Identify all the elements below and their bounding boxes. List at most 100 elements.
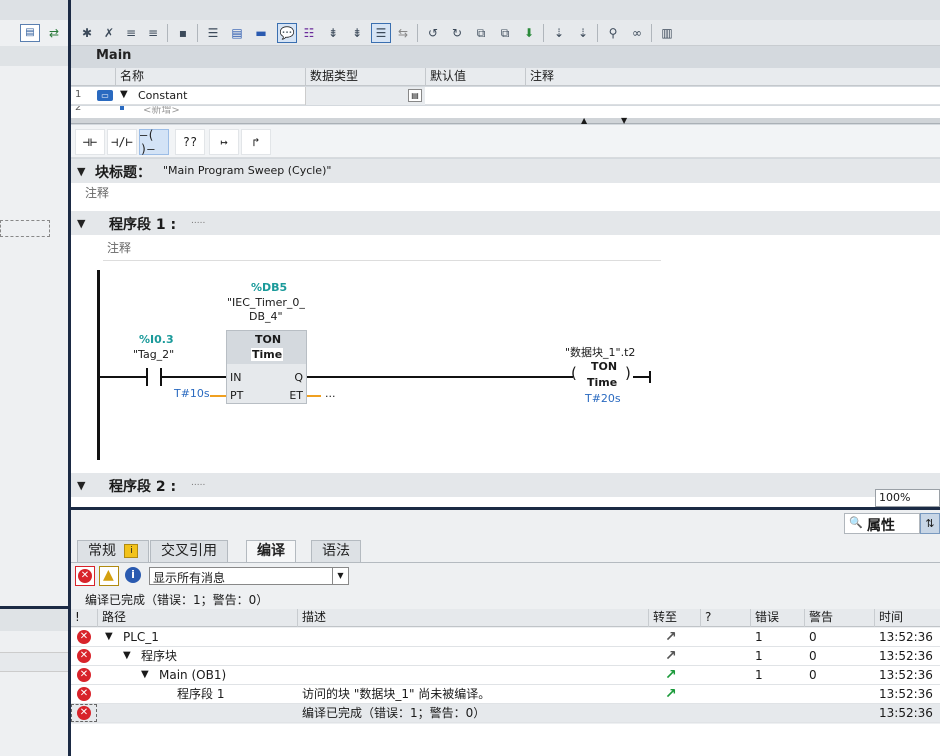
col-severity[interactable]: ! — [71, 609, 97, 627]
block-call-icon[interactable]: ▪ — [173, 23, 193, 43]
close-branch-button[interactable]: ↱ — [241, 129, 271, 155]
goto-arrow-icon[interactable]: ↗ — [665, 629, 677, 645]
info-toggle-icon[interactable]: ⇅ — [920, 513, 940, 534]
filter-icon[interactable]: ⇣ — [573, 23, 593, 43]
tab-compile[interactable]: 编译 — [246, 540, 296, 563]
collapse-triangle-icon[interactable]: ▼ — [77, 479, 85, 492]
network2-title[interactable]: ..... — [191, 478, 205, 488]
col-path[interactable]: 路径 — [97, 609, 297, 627]
message-row[interactable]: ✕ ▼ Main (OB1) ↗ 1 0 13:52:36 — [71, 666, 940, 685]
message-row[interactable]: ✕ 程序段 1 访问的块 "数据块_1" 尚未被编译。 ↗ 13:52:36 — [71, 685, 940, 704]
comment-col-header[interactable]: 注释 — [525, 68, 825, 86]
pt-value[interactable]: T#10s — [174, 387, 210, 400]
nc-contact-button[interactable]: ⊣/⊢ — [107, 129, 137, 155]
sort-icon[interactable]: ⇣ — [549, 23, 569, 43]
comments-icon[interactable]: 💬 — [277, 23, 297, 43]
insert-row-icon[interactable]: ≡ — [121, 23, 141, 43]
goto-arrow-icon[interactable]: ↗ — [665, 686, 677, 702]
coil-button[interactable]: –( )– — [139, 128, 169, 156]
col-errors[interactable]: 错误 — [750, 609, 804, 627]
insert-network-icon[interactable]: ✱ — [77, 23, 97, 43]
glasses-icon[interactable]: ∞ — [627, 23, 647, 43]
goto-arrow-icon[interactable]: ↗ — [665, 648, 677, 664]
download-icon[interactable]: ⬇ — [519, 23, 539, 43]
expand-triangle-icon[interactable]: ▼ — [141, 669, 149, 680]
contact-left-bar[interactable] — [146, 368, 148, 386]
collapse-down-icon[interactable]: ▼ — [621, 116, 627, 125]
tab-syntax[interactable]: 语法 — [311, 540, 361, 562]
et-value[interactable]: ... — [325, 387, 336, 400]
network1-title[interactable]: ..... — [191, 216, 205, 226]
collapse-triangle-icon[interactable]: ▼ — [77, 217, 85, 230]
coil-type[interactable]: TON — [591, 360, 617, 373]
col-description[interactable]: 描述 — [297, 609, 648, 627]
show-tag-info-icon[interactable]: ☰ — [371, 23, 391, 43]
delete-network-icon[interactable]: ✗ — [99, 23, 119, 43]
close-all-networks-icon[interactable]: ▬ — [251, 23, 271, 43]
timer-db-name-line1[interactable]: "IEC_Timer_0_ — [227, 296, 305, 309]
interface-splitter[interactable]: ▲ ▼ — [71, 116, 940, 125]
no-contact-button[interactable]: ⊣⊢ — [75, 129, 105, 155]
datatype-col-header[interactable]: 数据类型 — [305, 68, 425, 86]
collapse-triangle-icon[interactable]: ▼ — [77, 165, 85, 178]
tab-cross-references[interactable]: 交叉引用 — [150, 540, 228, 562]
monitor-on-icon[interactable]: ↺ — [423, 23, 443, 43]
coil-time-label[interactable]: Time — [587, 376, 617, 389]
contact-address[interactable]: %I0.3 — [139, 333, 174, 346]
col-goto[interactable]: 转至 — [648, 609, 700, 627]
message-filter-select[interactable]: 显示所有消息 ▼ — [149, 567, 349, 585]
open-branch-button[interactable]: ↦ — [209, 129, 239, 155]
collapse-up-icon[interactable]: ▲ — [581, 116, 587, 125]
chevron-down-icon[interactable]: ▼ — [332, 568, 348, 584]
timer-time-label[interactable]: Time — [251, 348, 284, 361]
expand-triangle-icon[interactable]: ▼ — [120, 89, 128, 100]
col-help[interactable]: ? — [700, 609, 750, 627]
tab-general[interactable]: 常规 i — [77, 540, 150, 562]
interface-row[interactable]: 2 <新增> — [71, 106, 940, 118]
name-col-header[interactable]: 名称 — [115, 68, 305, 86]
message-row[interactable]: ✕ ▼ PLC_1 ↗ 1 0 13:52:36 — [71, 628, 940, 647]
default-col-header[interactable]: 默认值 — [425, 68, 525, 86]
tree-refresh-icon[interactable]: ⇄ — [44, 24, 64, 42]
tag-icon[interactable]: ⚲ — [603, 23, 623, 43]
coil-value[interactable]: T#20s — [585, 392, 621, 405]
coil-right-paren[interactable]: ) — [625, 364, 631, 382]
load-snapshot-icon[interactable]: ⧉ — [495, 23, 515, 43]
absolute-operands-icon[interactable]: ⇟ — [323, 23, 343, 43]
tag-info-icon[interactable]: ⇟ — [347, 23, 367, 43]
list-view-icon[interactable]: ☰ — [203, 23, 223, 43]
ladder-editor[interactable]: ▼ 块标题： "Main Program Sweep (Cycle)" 注释 ▼… — [71, 159, 940, 507]
properties-button[interactable]: 🔍 属性 — [844, 513, 920, 534]
contact-tag[interactable]: "Tag_2" — [133, 348, 174, 361]
ton-timer-box[interactable]: TON Time IN PT Q ET — [226, 330, 307, 404]
col-warnings[interactable]: 警告 — [804, 609, 874, 627]
message-row[interactable]: ✕ ▼ 程序块 ↗ 1 0 13:52:36 — [71, 647, 940, 666]
tree-view-icon[interactable]: ▤ — [20, 24, 40, 42]
split-editor-icon[interactable]: ▥ — [657, 23, 677, 43]
tree-focused-item[interactable] — [0, 220, 50, 237]
datatype-picker-icon[interactable]: ▤ — [408, 89, 422, 102]
network1-comment-box[interactable]: 注释 — [103, 237, 661, 261]
timer-db-name-line2[interactable]: DB_4" — [249, 310, 283, 323]
favorites-icon[interactable]: ☷ — [299, 23, 319, 43]
zoom-field[interactable]: 100% — [875, 489, 940, 507]
mode-icon[interactable]: ⇆ — [393, 23, 413, 43]
coil-left-paren[interactable]: ( — [571, 364, 577, 382]
message-row-selected[interactable]: ✕ 编译已完成（错误：1；警告：0） 13:52:36 — [71, 704, 940, 723]
add-row-icon[interactable]: ≡ — [143, 23, 163, 43]
info-filter-icon[interactable]: i — [125, 567, 141, 583]
expand-triangle-icon[interactable]: ▼ — [105, 631, 113, 642]
col-time[interactable]: 时间 — [874, 609, 940, 627]
block-title-value[interactable]: "Main Program Sweep (Cycle)" — [163, 164, 331, 177]
goto-arrow-icon[interactable]: ↗ — [665, 667, 677, 683]
block-comment[interactable]: 注释 — [85, 184, 109, 201]
add-new-placeholder[interactable]: <新增> — [143, 106, 180, 116]
open-all-networks-icon[interactable]: ▤ — [227, 23, 247, 43]
filter-errors-button[interactable]: ✕ — [75, 566, 95, 586]
snapshot-icon[interactable]: ⧉ — [471, 23, 491, 43]
expand-triangle-icon[interactable]: ▼ — [123, 650, 131, 661]
coil-tag[interactable]: "数据块_1".t2 — [565, 344, 635, 360]
datatype-cell[interactable]: ▤ — [305, 87, 425, 105]
interface-row[interactable]: 1 ▭ ▼ Constant ▤ — [71, 87, 940, 105]
timer-db-address[interactable]: %DB5 — [251, 281, 287, 294]
